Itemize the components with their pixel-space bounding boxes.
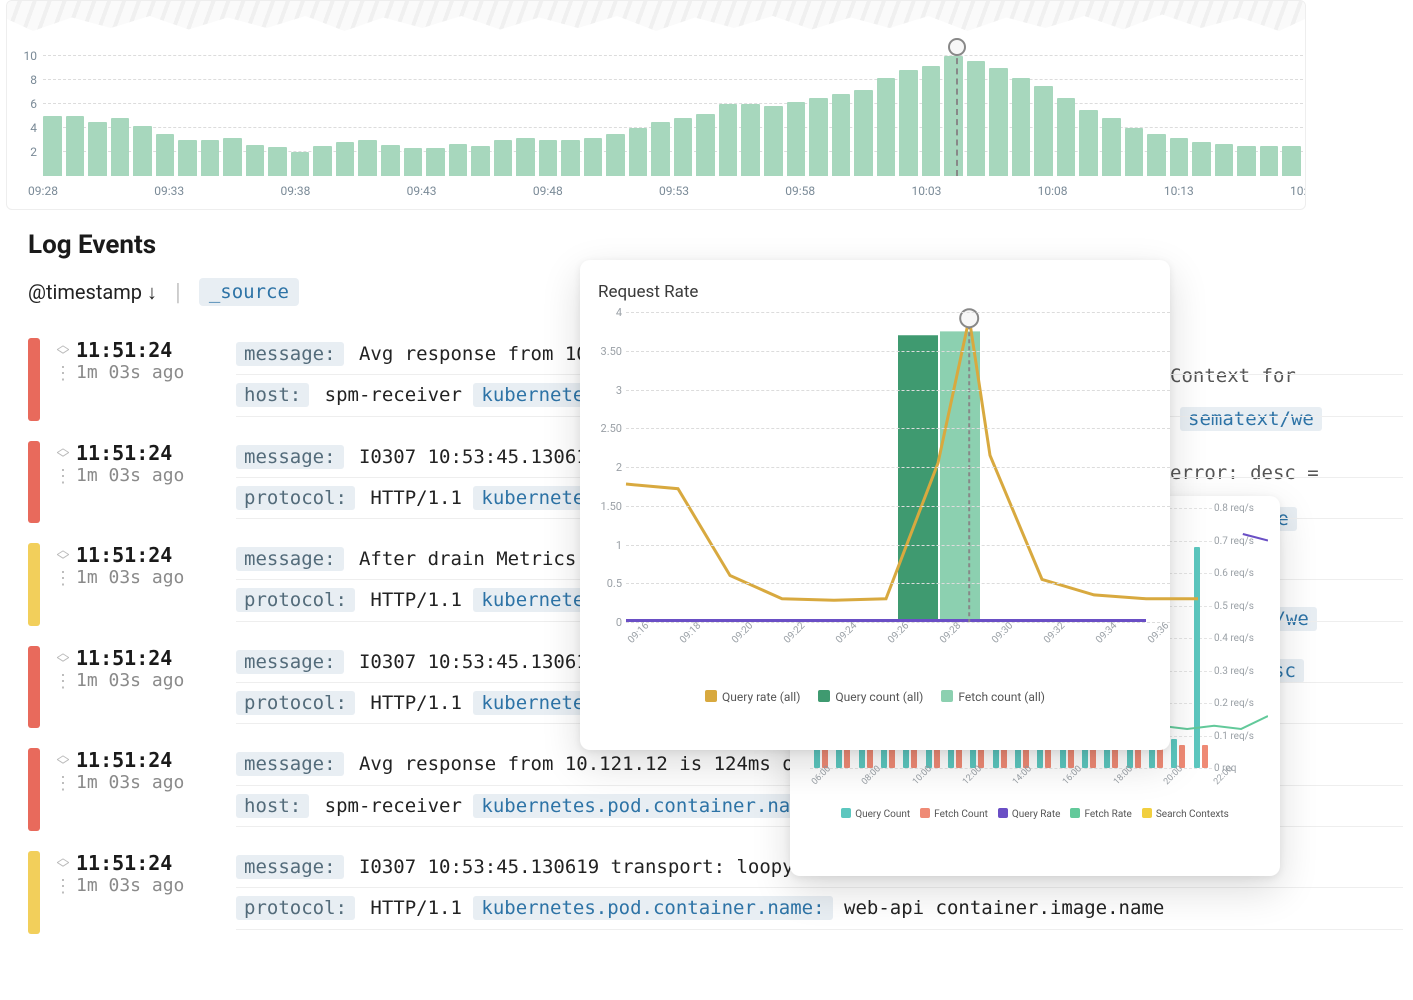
histogram-time-marker[interactable] (956, 48, 958, 176)
request-rate-chart[interactable]: 00.511.5022.5033.504 09:1609:1809:2009:2… (626, 312, 1180, 662)
secondary-chart-y-axis: 0 req0.1 req/s0.2 req/s0.3 req/s0.4 req/… (1210, 508, 1270, 768)
severity-red-indicator (28, 338, 40, 421)
field-value: After drain Metrics (359, 548, 576, 570)
more-actions-icon[interactable]: ⋮ (50, 577, 76, 581)
request-rate-y-axis: 00.511.5022.5033.504 (596, 312, 624, 622)
histogram-chart[interactable]: 246810 09:2809:3309:3809:4309:4809:5309:… (7, 56, 1305, 176)
expand-down-icon[interactable]: ﹀ (50, 659, 76, 670)
expand-down-icon[interactable]: ﹀ (50, 761, 76, 772)
field-value: HTTP/1.1 (370, 897, 462, 919)
field-key[interactable]: message: (236, 855, 344, 879)
more-actions-icon[interactable]: ⋮ (50, 782, 76, 786)
row-controls: ︿﹀⋮ (50, 646, 76, 684)
request-rate-x-axis: 09:1609:1809:2009:2209:2409:2609:2809:30… (626, 632, 1170, 662)
severity-red-indicator (28, 441, 40, 524)
field-key[interactable]: protocol: (236, 588, 355, 612)
field-key[interactable]: protocol: (236, 486, 355, 510)
legend-fetch-count[interactable]: Fetch count (all) (941, 690, 1045, 704)
expand-down-icon[interactable]: ﹀ (50, 864, 76, 875)
legend-fetch-rate[interactable]: Fetch Rate (1070, 808, 1131, 820)
field-value: I0307 10:53:45.13061 (359, 651, 588, 673)
row-controls: ︿﹀⋮ (50, 338, 76, 376)
severity-yellow-indicator (28, 543, 40, 626)
legend-fetch-count[interactable]: Fetch Count (920, 808, 988, 820)
field-value: Avg response from 10 (359, 343, 588, 365)
secondary-chart-x-axis: 06:0008:0010:0012:0014:0016:0018:0020:00… (810, 776, 1212, 804)
log-timestamp: 11:51:241m 03s ago (76, 543, 236, 588)
more-actions-icon[interactable]: ⋮ (50, 885, 76, 889)
header-divider: | (175, 278, 181, 306)
log-timestamp: 11:51:241m 03s ago (76, 338, 236, 383)
row-controls: ︿﹀⋮ (50, 748, 76, 786)
expand-down-icon[interactable]: ﹀ (50, 556, 76, 567)
more-actions-icon[interactable]: ⋮ (50, 372, 76, 376)
field-value: Avg response from 10.121.12 is 124ms o (359, 753, 794, 775)
timestamp-column-header[interactable]: @timestamp ↓ (28, 280, 157, 305)
histogram-panel: 246810 09:2809:3309:3809:4309:4809:5309:… (6, 0, 1306, 210)
legend-query-rate[interactable]: Query rate (all) (705, 690, 800, 704)
histogram-x-axis: 09:2809:3309:3809:4309:4809:5309:5810:03… (43, 184, 1303, 204)
field-key[interactable]: protocol: (236, 691, 355, 715)
field-value: HTTP/1.1 (370, 487, 462, 509)
legend-query-rate[interactable]: Query Rate (998, 808, 1061, 820)
log-timestamp: 11:51:241m 03s ago (76, 851, 236, 896)
expand-down-icon[interactable]: ﹀ (50, 351, 76, 362)
severity-yellow-indicator (28, 851, 40, 934)
row-controls: ︿﹀⋮ (50, 441, 76, 479)
legend-query-count[interactable]: Query count (all) (818, 690, 923, 704)
request-rate-grid (626, 312, 1170, 622)
request-rate-legend: Query rate (all) Query count (all) Fetch… (598, 690, 1152, 704)
source-column-header[interactable]: _source (199, 278, 299, 306)
histogram-y-axis: 246810 (11, 56, 39, 176)
severity-red-indicator (28, 646, 40, 729)
field-value: HTTP/1.1 (370, 589, 462, 611)
severity-red-indicator (28, 748, 40, 831)
field-value: I0307 10:53:45.130619 transport: loopyW (359, 856, 805, 878)
sort-descending-icon[interactable]: ↓ (147, 280, 157, 304)
log-timestamp: 11:51:241m 03s ago (76, 441, 236, 486)
section-title: Log Events (28, 230, 1403, 260)
field-key[interactable]: message: (236, 342, 344, 366)
request-rate-card: Request Rate 00.511.5022.5033.504 09:160… (580, 260, 1170, 750)
row-controls: ︿﹀⋮ (50, 851, 76, 889)
expand-down-icon[interactable]: ﹀ (50, 454, 76, 465)
more-actions-icon[interactable]: ⋮ (50, 680, 76, 684)
field-key[interactable]: protocol: (236, 896, 355, 920)
more-actions-icon[interactable]: ⋮ (50, 475, 76, 479)
field-value: HTTP/1.1 (370, 692, 462, 714)
histogram-bars (43, 56, 1303, 176)
field-key[interactable]: message: (236, 547, 344, 571)
field-value: I0307 10:53:45.13061 (359, 446, 588, 468)
log-timestamp: 11:51:241m 03s ago (76, 748, 236, 793)
log-timestamp: 11:51:241m 03s ago (76, 646, 236, 691)
secondary-chart-legend: Query Count Fetch Count Query Rate Fetch… (802, 808, 1268, 820)
field-value: web-api container.image.name (844, 897, 1164, 919)
field-key[interactable]: message: (236, 650, 344, 674)
field-value: spm-receiver (325, 384, 462, 406)
legend-query-count[interactable]: Query Count (841, 808, 910, 820)
row-controls: ︿﹀⋮ (50, 543, 76, 581)
torn-edge-decoration (7, 1, 1305, 31)
field-key[interactable]: host: (236, 794, 309, 818)
field-value: spm-receiver (325, 795, 462, 817)
field-key[interactable]: message: (236, 752, 344, 776)
request-rate-title: Request Rate (598, 282, 1152, 302)
field-link[interactable]: kubernetes.pod.container.name: (473, 896, 832, 920)
marker-knob-icon[interactable] (948, 38, 966, 56)
field-key[interactable]: host: (236, 383, 309, 407)
field-key[interactable]: message: (236, 445, 344, 469)
field-link[interactable]: kubernetes.pod.container.name (473, 794, 821, 818)
legend-search-contexts[interactable]: Search Contexts (1142, 808, 1229, 820)
